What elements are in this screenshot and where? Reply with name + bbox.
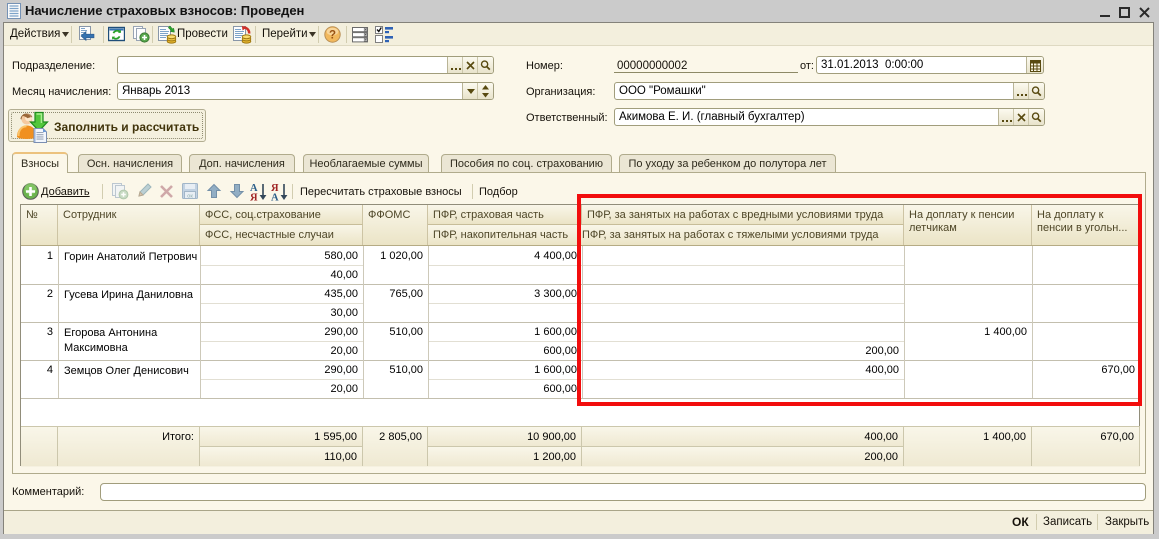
svg-text:Я: Я <box>250 193 258 202</box>
svg-text:А: А <box>271 193 279 202</box>
svg-text:?: ? <box>329 30 336 42</box>
svg-text:ок: ок <box>187 194 193 200</box>
